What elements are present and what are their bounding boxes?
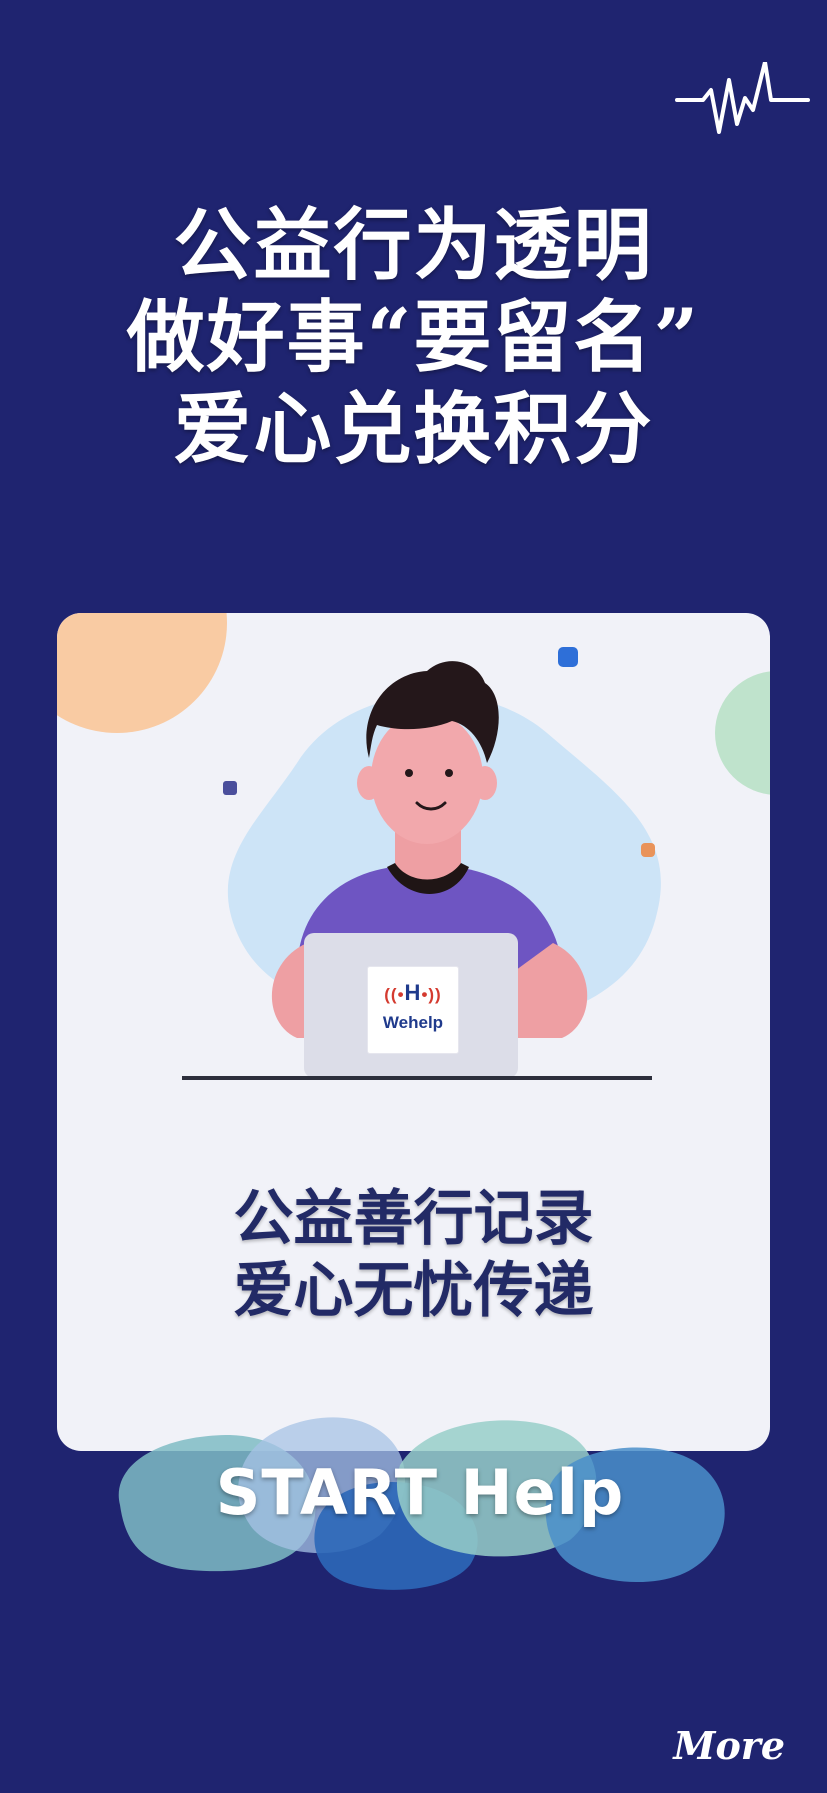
start-help-button[interactable]: START Help — [100, 1395, 740, 1595]
headline-line-1: 公益行为透明 — [173, 200, 654, 291]
card-tagline-line-1: 公益善行记录 — [233, 1184, 594, 1254]
wehelp-signal-icon: ((•H•)) — [384, 980, 442, 1005]
headline-line-3: 爱心兑换积分 — [173, 384, 654, 475]
green-blob-decoration — [715, 671, 770, 795]
card-tagline: 公益善行记录 爱心无忧传递 — [57, 1183, 770, 1327]
peach-blob-decoration — [57, 613, 227, 733]
start-help-label: START Help — [215, 1456, 625, 1529]
card-tagline-line-2: 爱心无忧传递 — [233, 1256, 594, 1326]
wehelp-logo: ((•H•)) Wehelp — [368, 967, 458, 1053]
more-link[interactable]: More — [673, 1722, 785, 1770]
feature-card: ((•H•)) Wehelp 公益善行记录 爱心无忧传递 — [57, 613, 770, 1451]
heartbeat-pulse-icon — [675, 62, 810, 134]
wehelp-logo-text: Wehelp — [382, 1013, 444, 1032]
orange-dot-decoration — [641, 843, 655, 857]
headline: 公益行为透明 做好事“要留名” 爱心兑换积分 — [0, 200, 827, 476]
headline-line-2: 做好事“要留名” — [126, 292, 701, 383]
navy-dot-decoration — [223, 781, 237, 795]
person-at-laptop-illustration — [57, 613, 770, 1080]
blue-dot-decoration — [558, 647, 578, 667]
